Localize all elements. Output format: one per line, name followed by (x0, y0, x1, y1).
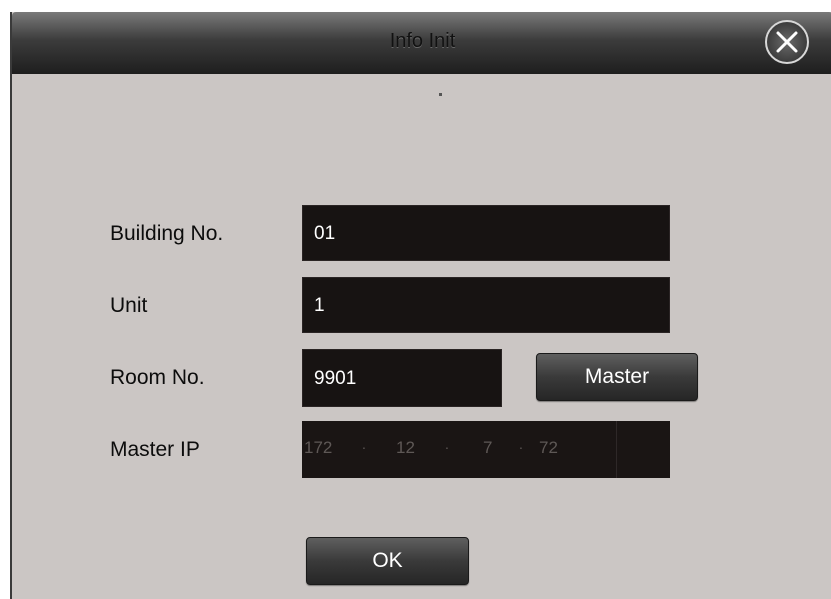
ip-field-divider (616, 421, 617, 478)
ip-octet-4: 72 (539, 438, 558, 457)
master-ip-input: 172 . 12 . 7 . 72 (302, 421, 670, 478)
master-ip-label: Master IP (110, 438, 200, 461)
ok-button[interactable]: OK (306, 537, 469, 585)
room-no-label: Room No. (110, 366, 205, 389)
room-no-input[interactable]: 9901 (302, 349, 502, 407)
ip-octet-3: 7 (483, 438, 493, 457)
title-bar: Info Init (12, 12, 831, 74)
ip-separator: . (362, 436, 366, 452)
ip-octet-1: 172 (304, 438, 333, 457)
info-init-dialog: Info Init Building No. 01 Unit 1 Room No… (10, 12, 831, 599)
ip-octet-2: 12 (396, 438, 415, 457)
master-button[interactable]: Master (536, 353, 698, 401)
status-dot (439, 93, 442, 96)
building-no-input[interactable]: 01 (302, 205, 670, 261)
unit-label: Unit (110, 294, 148, 317)
ip-separator: . (519, 436, 523, 452)
close-button[interactable] (765, 20, 809, 64)
building-no-label: Building No. (110, 222, 224, 245)
dialog-title: Info Init (389, 30, 456, 52)
ip-separator: . (445, 436, 449, 452)
unit-input[interactable]: 1 (302, 277, 670, 333)
